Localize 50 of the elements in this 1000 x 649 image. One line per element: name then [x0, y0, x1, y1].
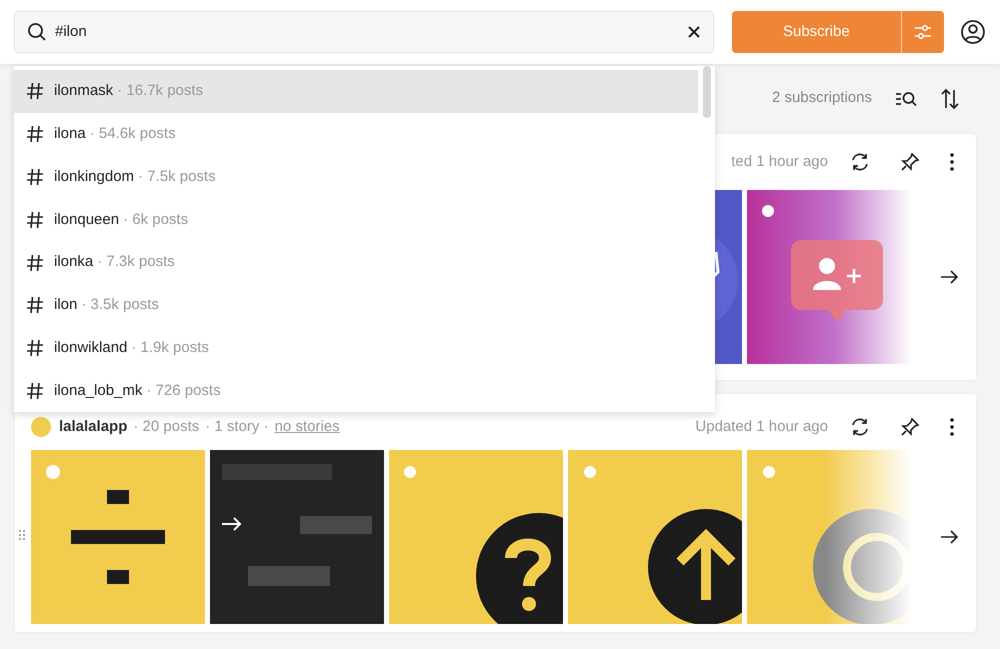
hashtag-name: ilon: [54, 295, 78, 316]
hashtag-name: ilona: [54, 124, 86, 144]
pin-icon[interactable]: [900, 152, 920, 172]
account-name[interactable]: lalalalapp: [59, 416, 128, 438]
hash-icon: [26, 125, 44, 144]
stories-count: · 1 story ·: [205, 416, 269, 437]
sliders-icon: [913, 22, 934, 42]
post-count: · 7.5k posts: [138, 166, 216, 187]
suggestion-item[interactable]: ilona_lob_mk · 726 posts: [14, 370, 698, 412]
post-count: · 726 posts: [146, 380, 221, 401]
post-count: · 3.5k posts: [81, 295, 159, 316]
profile-icon[interactable]: [960, 19, 986, 45]
post-count: · 54.6k posts: [90, 124, 176, 144]
search-icon: [27, 22, 47, 42]
suggestion-item[interactable]: ilonmask · 16.7k posts: [14, 70, 698, 113]
hashtag-name: ilonkingdom: [54, 166, 134, 187]
post-count: · 6k posts: [123, 210, 188, 230]
next-arrow-icon[interactable]: [940, 270, 958, 284]
hash-icon: [26, 210, 44, 229]
post-count: · 7.3k posts: [97, 252, 175, 272]
post-count: · 1.9k posts: [131, 338, 209, 358]
next-arrow-icon[interactable]: [940, 530, 958, 544]
close-icon[interactable]: [686, 25, 701, 39]
search-input[interactable]: #ilon: [55, 20, 679, 44]
updated-time: ted 1 hour ago: [731, 152, 828, 172]
filter-button[interactable]: [901, 11, 944, 53]
more-icon[interactable]: [950, 153, 954, 171]
pin-icon[interactable]: [900, 417, 920, 437]
refresh-icon[interactable]: [850, 417, 870, 437]
more-icon[interactable]: [950, 418, 954, 436]
hash-icon: [26, 168, 44, 186]
updated-time: Updated 1 hour ago: [695, 416, 828, 437]
scrollbar[interactable]: [703, 66, 711, 118]
hash-icon: [26, 339, 44, 358]
hash-icon: [26, 296, 44, 314]
hash-icon: [26, 254, 44, 272]
hashtag-name: ilonqueen: [54, 210, 120, 230]
drag-handle-icon[interactable]: [19, 530, 25, 540]
hashtag-name: ilonwikland: [54, 338, 128, 358]
post-count: · 16.7k posts: [117, 81, 204, 102]
hashtag-name: ilonmask: [54, 81, 114, 102]
hash-icon: [26, 82, 44, 100]
sort-icon[interactable]: [940, 88, 960, 110]
posts-count: · 20 posts: [133, 416, 200, 437]
hashtag-name: ilonka: [54, 252, 94, 272]
subscriptions-count: 2 subscriptions: [772, 88, 872, 108]
refresh-icon[interactable]: [850, 152, 870, 172]
hash-icon: [26, 382, 44, 400]
hashtag-name: ilona_lob_mk: [54, 380, 142, 401]
search-field[interactable]: #ilon: [14, 11, 714, 53]
